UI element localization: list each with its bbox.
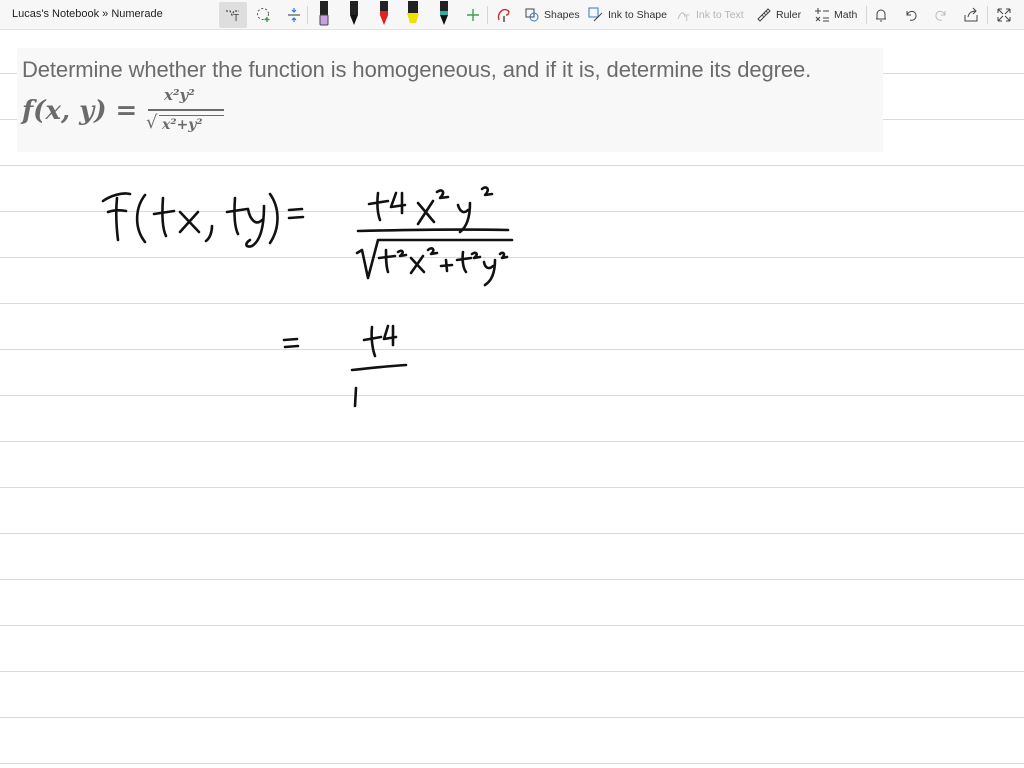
handwritten-ink[interactable] [0,0,1024,768]
